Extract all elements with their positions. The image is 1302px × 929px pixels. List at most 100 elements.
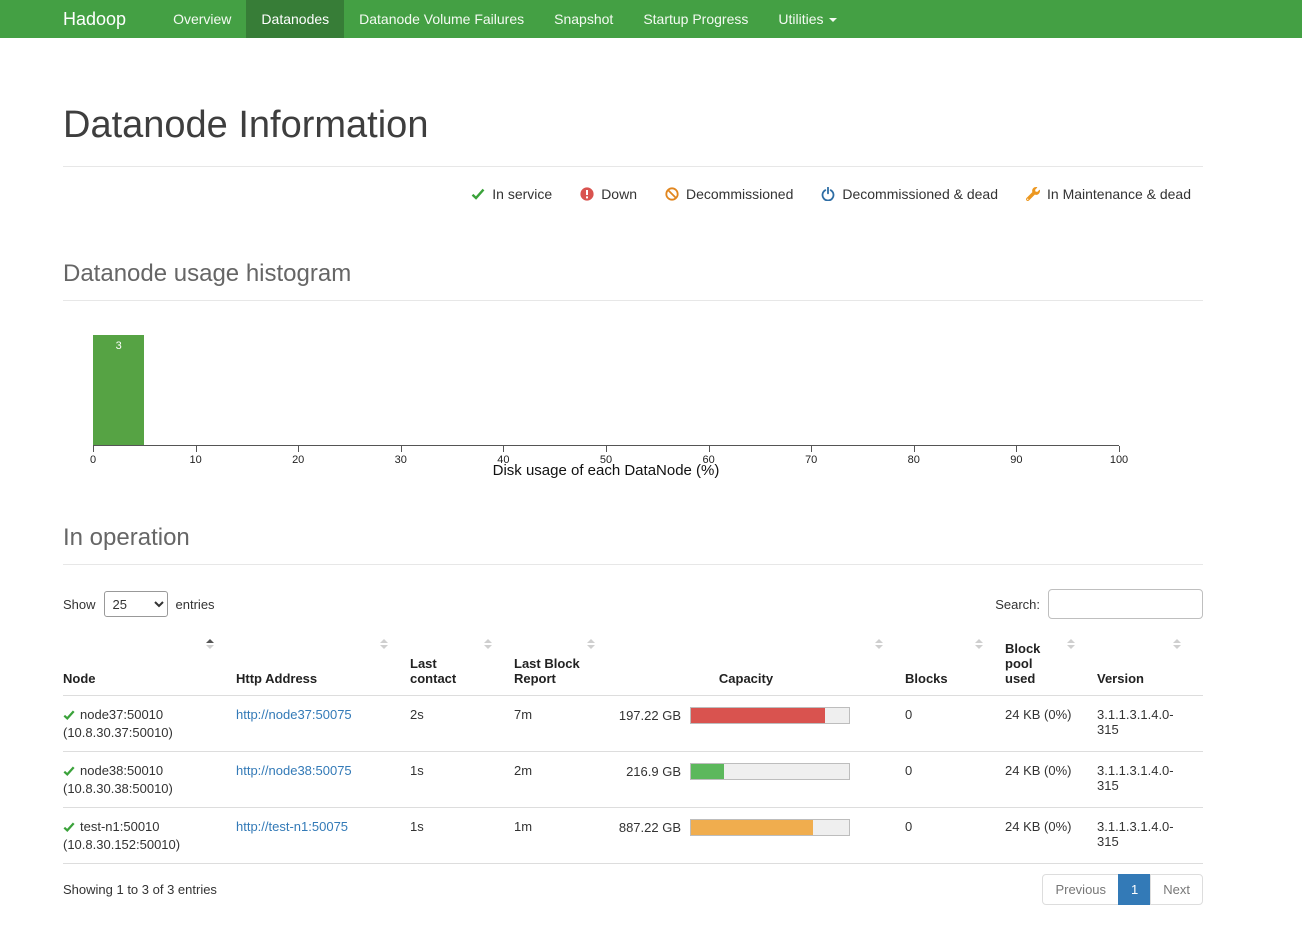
x-tick-label: 40	[497, 454, 509, 466]
next-button[interactable]: Next	[1150, 874, 1203, 905]
wrench-icon	[1026, 187, 1040, 201]
page-size-select[interactable]: 25	[104, 591, 168, 617]
capacity-progress-bar	[690, 763, 850, 780]
last-contact-cell: 1s	[410, 808, 514, 864]
node-address: (10.8.30.37:50010)	[63, 725, 226, 740]
column-header-node[interactable]: Node	[63, 633, 236, 696]
x-tick-mark	[401, 446, 402, 452]
search-label: Search:	[995, 597, 1040, 612]
sort-icon[interactable]	[206, 639, 214, 649]
block-pool-used-cell: 24 KB (0%)	[1005, 696, 1097, 752]
x-tick-mark	[811, 446, 812, 452]
table-row: test-n1:50010 (10.8.30.152:50010) http:/…	[63, 808, 1203, 864]
last-block-report-cell: 7m	[514, 696, 617, 752]
node-cell: node37:50010 (10.8.30.37:50010)	[63, 696, 236, 752]
column-header-blocks[interactable]: Blocks	[905, 633, 1005, 696]
x-tick-label: 30	[395, 454, 407, 466]
column-header-block-pool-used[interactable]: Block pool used	[1005, 633, 1097, 696]
header-label: Block pool used	[1005, 641, 1049, 686]
sort-icon[interactable]	[380, 639, 388, 649]
sort-icon[interactable]	[975, 639, 983, 649]
http-address-cell: http://node38:50075	[236, 752, 410, 808]
datanode-usage-histogram: 3 Disk usage of each DataNode (%) 010203…	[63, 336, 1203, 494]
header-label: Node	[63, 671, 96, 686]
column-header-last-contact[interactable]: Last contact	[410, 633, 514, 696]
legend-in-service: In service	[471, 186, 552, 202]
header-label: Last contact	[410, 656, 468, 686]
capacity-cell: 887.22 GB	[617, 808, 905, 864]
header-label: Version	[1097, 671, 1144, 686]
x-tick-mark	[709, 446, 710, 452]
brand-hadoop[interactable]: Hadoop	[63, 0, 126, 38]
sort-icon[interactable]	[1173, 639, 1181, 649]
capacity-cell: 197.22 GB	[617, 696, 905, 752]
column-header-version[interactable]: Version	[1097, 633, 1203, 696]
x-tick-label: 10	[189, 454, 201, 466]
caret-down-icon	[829, 18, 837, 22]
utilities-label: Utilities	[778, 11, 823, 27]
histogram-divider	[63, 300, 1203, 301]
x-tick-mark	[196, 446, 197, 452]
block-pool-used-cell: 24 KB (0%)	[1005, 752, 1097, 808]
check-icon	[63, 821, 75, 833]
ban-icon	[665, 187, 679, 201]
x-tick-label: 90	[1010, 454, 1022, 466]
exclamation-circle-icon	[580, 187, 594, 201]
page-1-button[interactable]: 1	[1118, 874, 1151, 905]
nav-item-startup-progress[interactable]: Startup Progress	[628, 0, 763, 38]
histogram-plot-area: 3	[93, 336, 1119, 446]
node-name: node38:50010	[80, 763, 163, 778]
table-header-row: Node Http Address Last contact Last Bloc…	[63, 633, 1203, 696]
nav-item-utilities[interactable]: Utilities	[763, 0, 851, 38]
sort-icon[interactable]	[1067, 639, 1075, 649]
nav-item-datanodes[interactable]: Datanodes	[246, 0, 344, 38]
in-operation-section-title: In operation	[63, 524, 1203, 552]
http-address-link[interactable]: http://test-n1:50075	[236, 819, 348, 834]
x-tick-label: 20	[292, 454, 304, 466]
sort-icon[interactable]	[587, 639, 595, 649]
node-name: test-n1:50010	[80, 819, 160, 834]
nav-item-overview[interactable]: Overview	[158, 0, 246, 38]
version-cell: 3.1.1.3.1.4.0-315	[1097, 808, 1203, 864]
x-tick-mark	[93, 446, 94, 452]
http-address-link[interactable]: http://node37:50075	[236, 707, 352, 722]
in-operation-divider	[63, 564, 1203, 565]
previous-button[interactable]: Previous	[1042, 874, 1119, 905]
x-tick-mark	[503, 446, 504, 452]
http-address-link[interactable]: http://node38:50075	[236, 763, 352, 778]
nav-item-snapshot[interactable]: Snapshot	[539, 0, 628, 38]
x-tick-mark	[1119, 446, 1120, 452]
status-legend: In service Down Decommissioned Decommiss…	[63, 167, 1203, 230]
column-header-capacity[interactable]: Capacity	[617, 633, 905, 696]
column-header-http-address[interactable]: Http Address	[236, 633, 410, 696]
pagination: Previous 1 Next	[1042, 874, 1203, 905]
node-cell: node38:50010 (10.8.30.38:50010)	[63, 752, 236, 808]
legend-decommissioned: Decommissioned	[665, 186, 793, 202]
header-label: Blocks	[905, 671, 948, 686]
capacity-value: 197.22 GB	[617, 708, 681, 723]
x-tick-label: 80	[908, 454, 920, 466]
entries-label: entries	[176, 597, 215, 612]
last-block-report-cell: 1m	[514, 808, 617, 864]
x-tick-label: 60	[702, 454, 714, 466]
search-input[interactable]	[1048, 589, 1203, 619]
capacity-value: 887.22 GB	[617, 820, 681, 835]
sort-icon[interactable]	[484, 639, 492, 649]
x-tick-mark	[298, 446, 299, 452]
x-tick-label: 100	[1110, 454, 1128, 466]
node-cell: test-n1:50010 (10.8.30.152:50010)	[63, 808, 236, 864]
http-address-cell: http://node37:50075	[236, 696, 410, 752]
last-block-report-cell: 2m	[514, 752, 617, 808]
table-controls: Show 25 entries Search:	[63, 589, 1203, 619]
column-header-last-block-report[interactable]: Last Block Report	[514, 633, 617, 696]
capacity-progress-bar	[690, 819, 850, 836]
sort-icon[interactable]	[875, 639, 883, 649]
version-cell: 3.1.1.3.1.4.0-315	[1097, 752, 1203, 808]
legend-label: Decommissioned	[686, 186, 793, 202]
power-off-icon	[821, 187, 835, 201]
last-contact-cell: 2s	[410, 696, 514, 752]
histogram-section-title: Datanode usage histogram	[63, 260, 1203, 288]
last-contact-cell: 1s	[410, 752, 514, 808]
nav-item-datanode-volume-failures[interactable]: Datanode Volume Failures	[344, 0, 539, 38]
node-name: node37:50010	[80, 707, 163, 722]
